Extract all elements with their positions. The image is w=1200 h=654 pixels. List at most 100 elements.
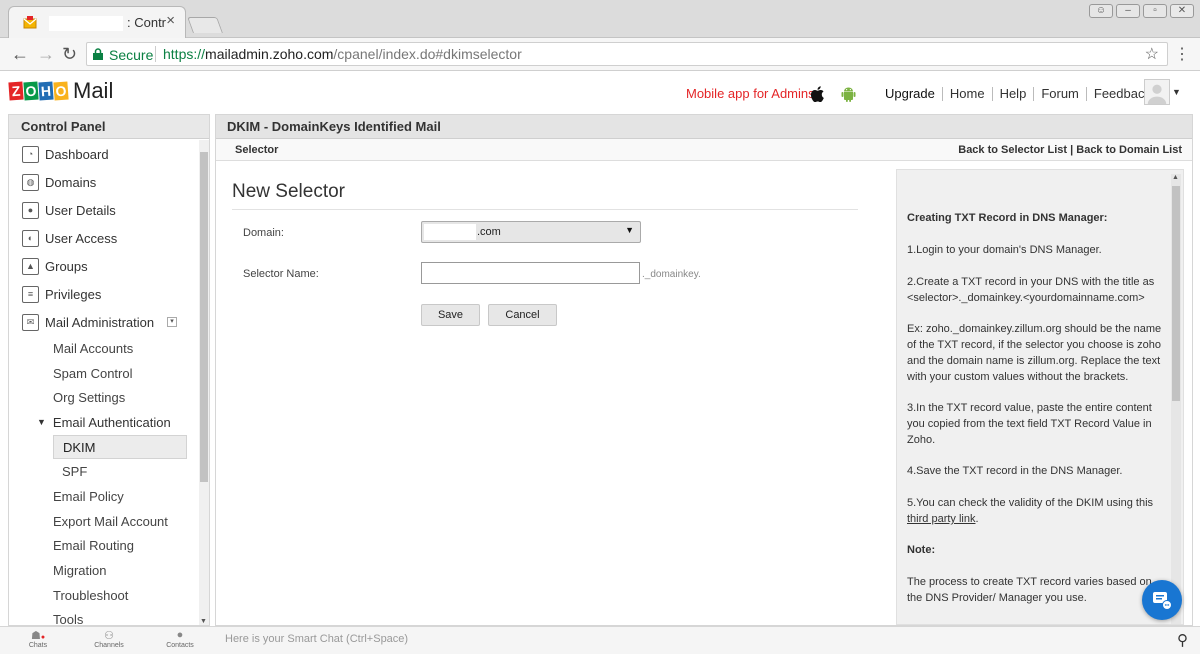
sidebar-item-org-settings[interactable]: Org Settings [9, 385, 197, 410]
sidebar-item-label: Dashboard [45, 146, 109, 162]
sidebar-item-email-policy[interactable]: Email Policy [9, 484, 197, 509]
sidebar-item-label: Email Authentication [52, 414, 171, 430]
address-bar-row: ← → ↻ Secure https://mailadmin.zoho.com/… [0, 38, 1200, 71]
sidebar-item-domains[interactable]: ◍ Domains [9, 168, 197, 196]
forward-arrow-icon[interactable]: → [37, 44, 55, 65]
back-arrow-icon[interactable]: ← [11, 44, 29, 65]
main-panel: DKIM - DomainKeys Identified Mail Select… [215, 114, 1193, 626]
home-link[interactable]: Home [943, 87, 993, 101]
third-party-link[interactable]: third party link [907, 513, 975, 525]
save-button[interactable]: Save [421, 304, 480, 326]
sidebar-item-label: Privileges [45, 286, 102, 302]
help-example: Ex: zoho._domainkey.zillum.org should be… [907, 323, 1162, 383]
logo-letter-o: O [23, 81, 39, 101]
url-text: https://mailadmin.zoho.com/cpanel/index.… [163, 46, 522, 62]
sidebar-item-label: Domains [45, 174, 97, 190]
browser-menu-icon[interactable]: ⋮ [1174, 44, 1190, 64]
logo-letter-h: H [38, 81, 54, 101]
smart-chat-input[interactable]: Here is your Smart Chat (Ctrl+Space) [225, 633, 408, 645]
back-links[interactable]: Back to Selector List | Back to Domain L… [958, 144, 1182, 156]
new-selector-form: New Selector Domain: .com ▼ Selector Nam… [216, 163, 896, 625]
url-host: mailadmin.zoho.com [205, 46, 334, 62]
url-separator [155, 46, 156, 62]
help-link[interactable]: Help [993, 87, 1035, 101]
sidebar-nav: ◔ Dashboard ◍ Domains ● User Details ◐ User … [9, 140, 197, 625]
cancel-button[interactable]: Cancel [488, 304, 557, 326]
channels-tab[interactable]: ⚇ Channels [79, 629, 139, 649]
scrollbar-thumb[interactable] [1172, 186, 1180, 401]
minimize-icon[interactable]: – [1116, 4, 1140, 18]
sidebar-item-tools[interactable]: Tools [9, 608, 197, 625]
maximize-icon[interactable]: ▫ [1143, 4, 1167, 18]
url-scheme: https:// [163, 46, 206, 62]
scrollbar-thumb[interactable] [200, 152, 208, 482]
logo-letter-z: Z [8, 81, 24, 101]
reload-icon[interactable]: ↻ [62, 44, 77, 65]
chevron-down-icon[interactable]: ▼ [1172, 87, 1181, 97]
sidebar-item-mail-accounts[interactable]: Mail Accounts [9, 336, 197, 361]
help-panel: Creating TXT Record in DNS Manager: 1.Lo… [896, 169, 1184, 625]
browser-tab[interactable]: : Contr × [8, 6, 186, 38]
sidebar-title: Control Panel [9, 115, 209, 139]
dashboard-icon: ◔ [22, 145, 39, 163]
user-access-icon: ◐ [22, 229, 39, 247]
help-note: The process to create TXT record varies … [907, 576, 1152, 604]
avatar[interactable] [1144, 79, 1170, 105]
scroll-up-icon[interactable]: ▲ [1172, 174, 1179, 181]
browser-tabbar: : Contr × ☺ – ▫ ✕ [0, 0, 1200, 38]
search-icon[interactable]: ⚲ [1177, 631, 1188, 649]
tab-close-icon[interactable]: × [166, 12, 175, 29]
contacts-label: Contacts [166, 642, 194, 649]
selector-name-input[interactable] [421, 262, 640, 284]
sidebar-item-spf[interactable]: SPF [9, 459, 197, 484]
chat-button[interactable] [1142, 580, 1182, 620]
sidebar-item-email-routing[interactable]: Email Routing [9, 534, 197, 559]
channels-label: Channels [94, 642, 124, 649]
contacts-tab[interactable]: ● Contacts [150, 629, 210, 649]
upgrade-link[interactable]: Upgrade [878, 87, 943, 101]
privileges-icon: ≡ [22, 285, 39, 303]
bookmark-star-icon[interactable]: ☆ [1145, 44, 1159, 64]
chats-label: Chats [28, 642, 48, 649]
chats-tab[interactable]: ☗● Chats [8, 629, 68, 649]
sidebar-item-email-authentication[interactable]: ▼ Email Authentication [9, 410, 197, 435]
sidebar-item-privileges[interactable]: ≡ Privileges [9, 280, 197, 308]
help-scrollbar[interactable]: ▲ [1171, 174, 1181, 624]
sidebar-item-user-access[interactable]: ◐ User Access [9, 224, 197, 252]
sidebar-item-label: Mail Administration [45, 314, 155, 330]
zoho-mail-logo[interactable]: Z O H O Mail [8, 78, 113, 104]
domain-select[interactable]: .com ▼ [421, 221, 641, 243]
collapse-toggle-icon[interactable]: ▾ [167, 317, 177, 327]
domain-label: Domain: [243, 227, 284, 239]
mobile-app-link[interactable]: Mobile app for Admins [686, 86, 815, 101]
sidebar-item-user-details[interactable]: ● User Details [9, 196, 197, 224]
tab-selector[interactable]: Selector [235, 144, 278, 156]
sidebar-item-migration[interactable]: Migration [9, 558, 197, 583]
sidebar-item-spam-control[interactable]: Spam Control [9, 361, 197, 386]
sidebar-item-dkim[interactable]: DKIM [53, 434, 187, 460]
zoho-mail-favicon-icon [23, 16, 37, 29]
url-field[interactable]: Secure https://mailadmin.zoho.com/cpanel… [86, 42, 1168, 66]
sidebar-scrollbar[interactable]: ▼ [199, 140, 209, 625]
forum-link[interactable]: Forum [1034, 87, 1087, 101]
page-title: DKIM - DomainKeys Identified Mail [216, 115, 1192, 139]
sidebar-item-troubleshoot[interactable]: Troubleshoot [9, 583, 197, 608]
new-tab-button[interactable] [187, 17, 223, 33]
help-title: Creating TXT Record in DNS Manager: [907, 212, 1108, 224]
sidebar-item-mail-administration[interactable]: ✉ Mail Administration ▾ [9, 308, 197, 336]
form-title: New Selector [232, 181, 345, 202]
profile-icon[interactable]: ☺ [1089, 4, 1113, 18]
domain-redacted [424, 224, 476, 240]
sidebar-item-export-mail-account[interactable]: Export Mail Account [9, 509, 197, 534]
dropdown-arrow-icon: ▼ [625, 225, 634, 235]
secure-label: Secure [109, 47, 154, 63]
sidebar-item-dashboard[interactable]: ◔ Dashboard [9, 140, 197, 168]
android-icon[interactable] [841, 86, 856, 102]
divider [232, 209, 858, 210]
close-window-icon[interactable]: ✕ [1170, 4, 1194, 18]
sidebar-item-groups[interactable]: ▲ Groups [9, 252, 197, 280]
top-nav: Upgrade Home Help Forum Feedback [878, 87, 1158, 101]
triangle-down-icon: ▼ [37, 417, 46, 428]
apple-icon[interactable] [811, 86, 824, 102]
scroll-down-icon[interactable]: ▼ [200, 618, 207, 625]
